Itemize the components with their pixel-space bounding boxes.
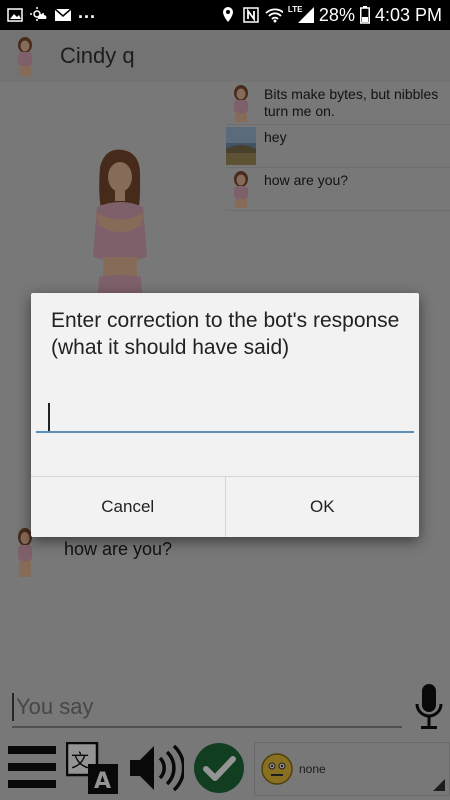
ok-button[interactable]: OK bbox=[224, 477, 420, 537]
battery-percent: 28% bbox=[318, 4, 355, 25]
nfc-icon bbox=[242, 7, 260, 23]
battery-icon bbox=[359, 6, 370, 24]
text-caret bbox=[48, 403, 50, 431]
correction-input[interactable] bbox=[36, 399, 414, 433]
lte-signal-icon: LTE bbox=[287, 5, 314, 23]
correction-dialog: Enter correction to the bot's response (… bbox=[31, 293, 419, 537]
location-icon bbox=[219, 7, 237, 23]
gallery-icon bbox=[6, 7, 24, 23]
dialog-buttons: Cancel OK bbox=[31, 476, 419, 537]
more-notifications-icon: ... bbox=[78, 1, 97, 22]
weather-icon bbox=[30, 7, 48, 23]
cancel-button[interactable]: Cancel bbox=[31, 477, 225, 537]
mail-icon bbox=[54, 7, 72, 23]
status-bar: ... LTE 28% 4:03 PM bbox=[0, 0, 450, 30]
wifi-icon bbox=[265, 7, 283, 23]
lte-label: LTE bbox=[287, 5, 303, 14]
dialog-message: Enter correction to the bot's response (… bbox=[51, 309, 400, 359]
clock: 4:03 PM bbox=[374, 4, 442, 25]
